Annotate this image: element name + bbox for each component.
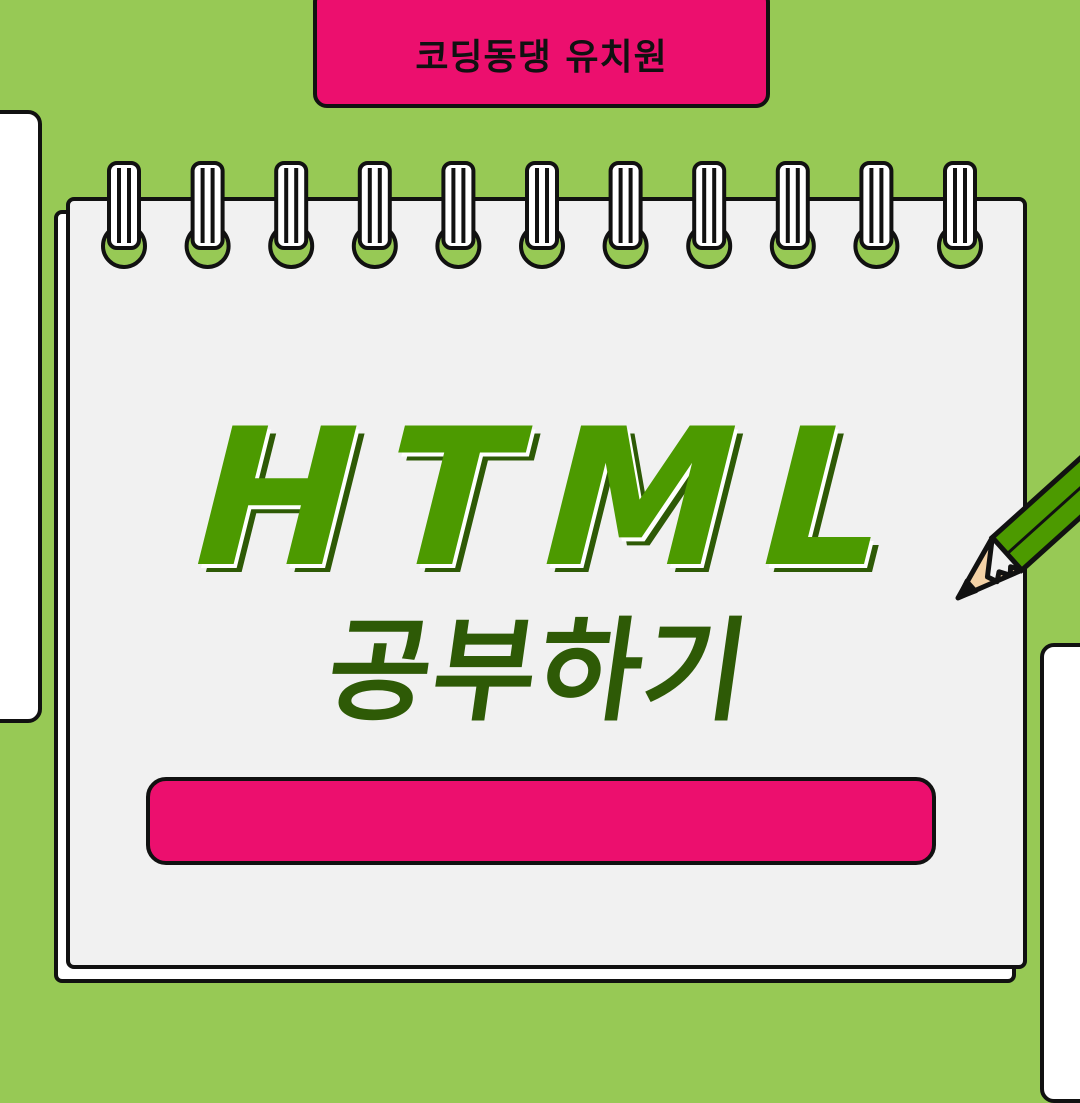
spiral-ring-icon (519, 161, 565, 269)
spiral-ring-icon (769, 161, 816, 269)
pink-banner-bar (146, 777, 936, 865)
spiral-ring-icon (853, 161, 900, 269)
page-subtitle: 공부하기 (319, 607, 758, 737)
spiral-binding (101, 161, 983, 269)
spiral-ring-icon (101, 161, 147, 269)
spiral-ring-icon (351, 161, 398, 269)
spiral-ring-icon (184, 161, 231, 269)
page-title: HTML (169, 415, 943, 595)
spiral-ring-icon (937, 161, 983, 269)
pencil-icon (955, 430, 1080, 601)
spiral-ring-icon (435, 161, 482, 269)
spiral-ring-icon (268, 161, 315, 269)
spiral-ring-icon (686, 161, 733, 269)
title-graphic: HTML HTML HTML (169, 415, 951, 595)
spiral-ring-icon (602, 161, 649, 269)
subtitle-wrap: 공부하기 (0, 592, 1080, 737)
